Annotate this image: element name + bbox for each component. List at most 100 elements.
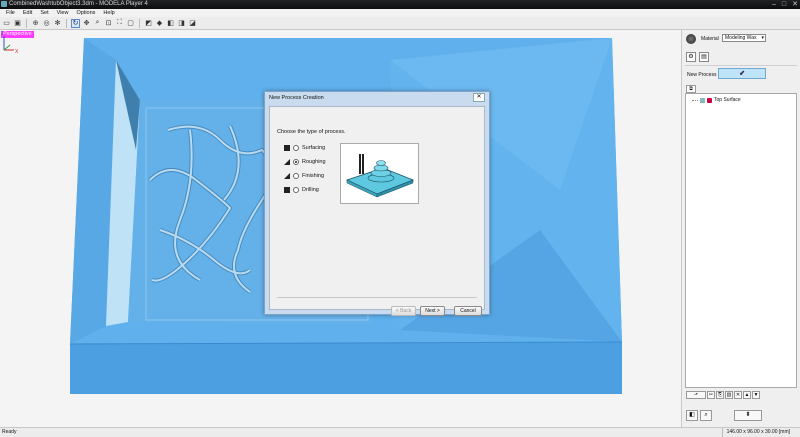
move-down-icon[interactable]: ▼ (752, 391, 760, 399)
axis-x-label: X (15, 49, 19, 55)
zoom-preview-icon[interactable]: ⌕ (700, 410, 712, 421)
workpiece-dimensions: 146.00 x 96.00 x 30.00 [mm] (721, 428, 790, 437)
option-finishing[interactable]: Finishing (284, 169, 326, 183)
next-button[interactable]: Next > (420, 306, 445, 316)
paste-icon[interactable]: ▥ (725, 391, 733, 399)
toolbar-divider (26, 18, 27, 28)
tree-toolbar: ⬏ ✂ ⎘ ▥ ✕ ▲ ▼ (686, 391, 760, 399)
right-panel: Material Modeling Wax ▾ ⚙ ▤ New Process … (681, 30, 800, 427)
globe-icon[interactable]: ⊕ (31, 19, 40, 28)
drilling-icon (284, 187, 290, 193)
toolbar-divider (139, 18, 140, 28)
menu-edit[interactable]: Edit (19, 9, 36, 17)
view-iso-icon[interactable]: ◆ (155, 19, 164, 28)
material-select[interactable]: Modeling Wax ▾ (722, 34, 766, 42)
material-label: Material (701, 36, 719, 42)
option-label: Drilling (302, 187, 319, 193)
material-value: Modeling Wax (725, 35, 757, 41)
zoom-extents-icon[interactable]: ▢ (126, 19, 135, 28)
output-cut-icon[interactable]: ⬍ (734, 410, 762, 421)
title-bar: CombinedWashtubObject3.3dm - MODELA Play… (0, 0, 800, 9)
option-label: Surfacing (302, 145, 326, 151)
drilling-radio[interactable] (293, 187, 299, 193)
menu-options[interactable]: Options (72, 9, 99, 17)
tree-connector (692, 99, 698, 101)
status-text: Ready (2, 429, 17, 435)
window-controls: – □ ✕ (772, 0, 798, 9)
dialog-prompt: Choose the type of process. (277, 129, 346, 135)
view-side-icon[interactable]: ◨ (177, 19, 186, 28)
sphere-icon[interactable]: ◎ (42, 19, 51, 28)
new-process-icon: ⬋ (739, 70, 745, 77)
chevron-down-icon: ▾ (761, 35, 764, 41)
surface-set-icon (700, 97, 705, 103)
delete-icon[interactable]: ✕ (734, 391, 742, 399)
new-process-button[interactable]: ⬋ (718, 68, 766, 79)
roughing-icon (284, 159, 290, 165)
save-icon[interactable]: ▣ (13, 19, 22, 28)
copy-icon[interactable]: ⎘ (716, 391, 724, 399)
option-drilling[interactable]: Drilling (284, 183, 326, 197)
edit-process-icon[interactable]: ⬏ (686, 391, 706, 399)
roughing-preview-icon (345, 154, 415, 198)
toolbar-divider (66, 18, 67, 28)
option-roughing[interactable]: Roughing (284, 155, 326, 169)
model-front-face (70, 342, 622, 394)
cancel-button[interactable]: Cancel (454, 306, 482, 316)
dialog-body: Choose the type of process. Surfacing Ro… (269, 106, 485, 316)
maximize-icon[interactable]: □ (782, 0, 786, 9)
pan-icon[interactable]: ✥ (82, 19, 91, 28)
tree-item[interactable]: Top Surface (692, 97, 741, 103)
process-options: Surfacing Roughing Finishing Drilling (284, 141, 326, 197)
axis-triad-icon: Z X (1, 31, 19, 55)
move-up-icon[interactable]: ▲ (743, 391, 751, 399)
menu-set[interactable]: Set (36, 9, 52, 17)
option-surfacing[interactable]: Surfacing (284, 141, 326, 155)
panel-divider (685, 65, 797, 66)
zoom-box-icon[interactable]: ⊡ (104, 19, 113, 28)
dialog-close-button[interactable]: ✕ (473, 93, 485, 102)
material-icon[interactable] (686, 34, 696, 44)
option-label: Finishing (302, 173, 325, 179)
process-preview (340, 143, 419, 204)
menu-view[interactable]: View (53, 9, 73, 17)
back-button[interactable]: < Back (391, 306, 416, 316)
new-process-dialog: New Process Creation ✕ Choose the type o… (264, 91, 490, 316)
option-label: Roughing (302, 159, 326, 165)
tree-item-label: Top Surface (714, 97, 741, 103)
surfacing-icon (284, 145, 290, 151)
finishing-radio[interactable] (293, 173, 299, 179)
gear-icon[interactable]: ✻ (53, 19, 62, 28)
cut-icon[interactable]: ✂ (707, 391, 715, 399)
axis-z-label: Z (1, 31, 4, 37)
dialog-title: New Process Creation (269, 95, 324, 101)
roughing-radio[interactable] (293, 159, 299, 165)
menu-file[interactable]: File (2, 9, 19, 17)
open-file-icon[interactable]: ▭ (2, 19, 11, 28)
new-process-label: New Process (687, 72, 717, 78)
app-icon (1, 1, 7, 7)
machine-settings-icon[interactable]: ▤ (699, 52, 709, 62)
rotate-icon[interactable]: ↻ (71, 18, 80, 28)
tool-settings-icon[interactable]: ⚙ (686, 52, 696, 62)
process-tree: Top Surface (685, 93, 797, 388)
minimize-icon[interactable]: – (772, 0, 776, 9)
view-bottom-icon[interactable]: ◪ (188, 19, 197, 28)
surfacing-radio[interactable] (293, 145, 299, 151)
menu-bar: File Edit Set View Options Help (0, 9, 800, 17)
surface-icon (707, 97, 712, 103)
process-tree-tab-icon[interactable]: ⧉ (686, 85, 696, 93)
zoom-icon[interactable]: ⌕ (93, 19, 102, 28)
close-window-icon[interactable]: ✕ (792, 0, 798, 9)
menu-help[interactable]: Help (99, 9, 118, 17)
preview-cut-icon[interactable]: ◧ (686, 410, 698, 421)
status-bar: Ready 146.00 x 96.00 x 30.00 [mm] (0, 427, 800, 437)
view-front-icon[interactable]: ◧ (166, 19, 175, 28)
toolbar: ▭ ▣ ⊕ ◎ ✻ ↻ ✥ ⌕ ⊡ ⛶ ▢ ◩ ◆ ◧ ◨ ◪ (0, 17, 800, 30)
finishing-icon (284, 173, 290, 179)
window-title: CombinedWashtubObject3.3dm - MODELA Play… (9, 1, 148, 7)
fit-all-icon[interactable]: ⛶ (115, 19, 124, 28)
panel-footer-tools: ◧ ⌕ ⬍ (686, 410, 762, 421)
dialog-divider (277, 297, 477, 298)
view-top-icon[interactable]: ◩ (144, 19, 153, 28)
